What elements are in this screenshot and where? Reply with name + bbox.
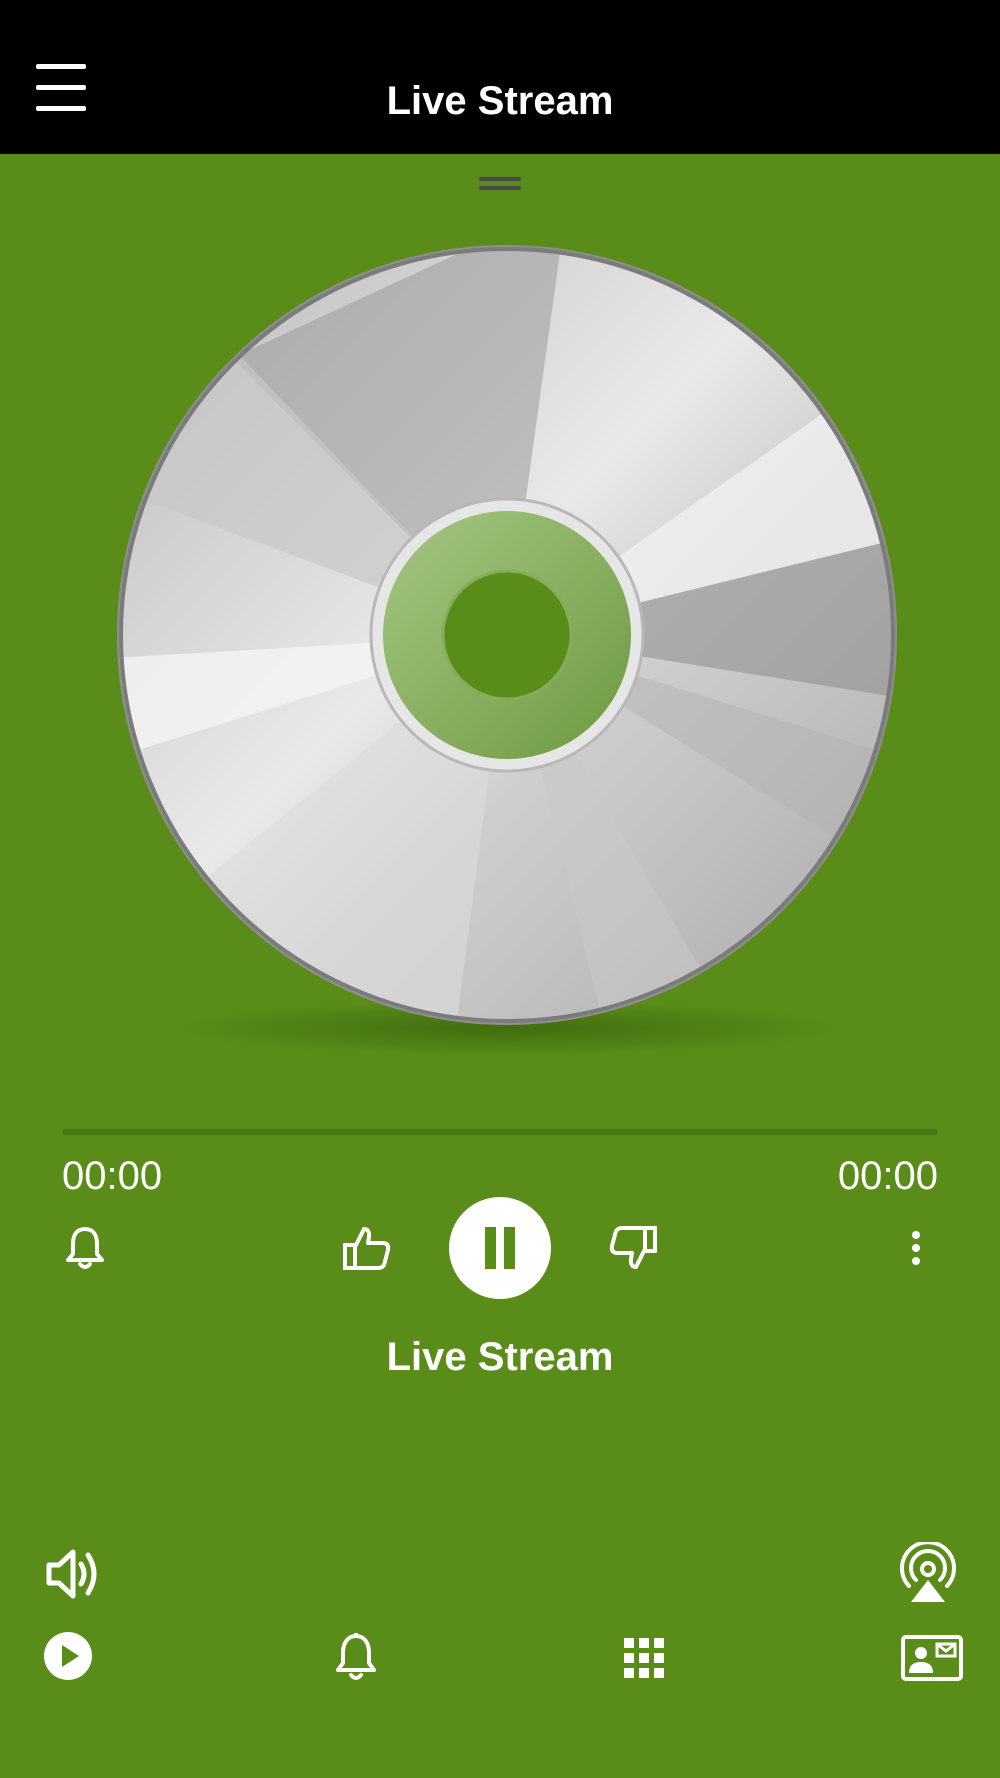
album-artwork [112, 238, 902, 1058]
airplay-icon [900, 1542, 956, 1602]
airplay-button[interactable] [896, 1540, 960, 1606]
nav-contact[interactable] [900, 1634, 964, 1682]
bell-icon [66, 1227, 104, 1269]
vertical-dots-icon [912, 1231, 920, 1265]
page-title: Live Stream [386, 79, 614, 123]
thumbs-down-icon [609, 1226, 657, 1269]
speaker-icon [46, 1549, 97, 1599]
pause-icon [485, 1227, 515, 1269]
play-circle-icon [44, 1632, 92, 1680]
dislike-button[interactable] [606, 1222, 660, 1274]
app-root: Live Stream 00:00 00:00 Live Stream [0, 0, 1000, 1778]
total-time: 00:00 [837, 1154, 938, 1198]
compact-disc-icon [117, 245, 897, 1056]
bell-icon [336, 1633, 376, 1680]
nav-alarms[interactable] [330, 1630, 382, 1684]
top-bar: Live Stream [0, 0, 1000, 154]
like-button[interactable] [340, 1222, 394, 1274]
elapsed-time: 00:00 [62, 1154, 163, 1198]
progress-bar[interactable] [62, 1129, 938, 1135]
drag-handle[interactable] [479, 175, 521, 195]
thumbs-up-icon [343, 1227, 391, 1270]
nav-play[interactable] [42, 1630, 94, 1682]
track-title: Live Stream [386, 1335, 614, 1379]
contact-card-icon [901, 1635, 963, 1681]
pause-button[interactable] [449, 1197, 551, 1299]
drag-handle-icon [479, 177, 521, 190]
grid-icon [624, 1638, 664, 1678]
nav-grid[interactable] [622, 1636, 666, 1680]
alarm-button[interactable] [60, 1222, 110, 1274]
volume-button[interactable] [42, 1544, 108, 1604]
more-options-button[interactable] [896, 1226, 936, 1270]
